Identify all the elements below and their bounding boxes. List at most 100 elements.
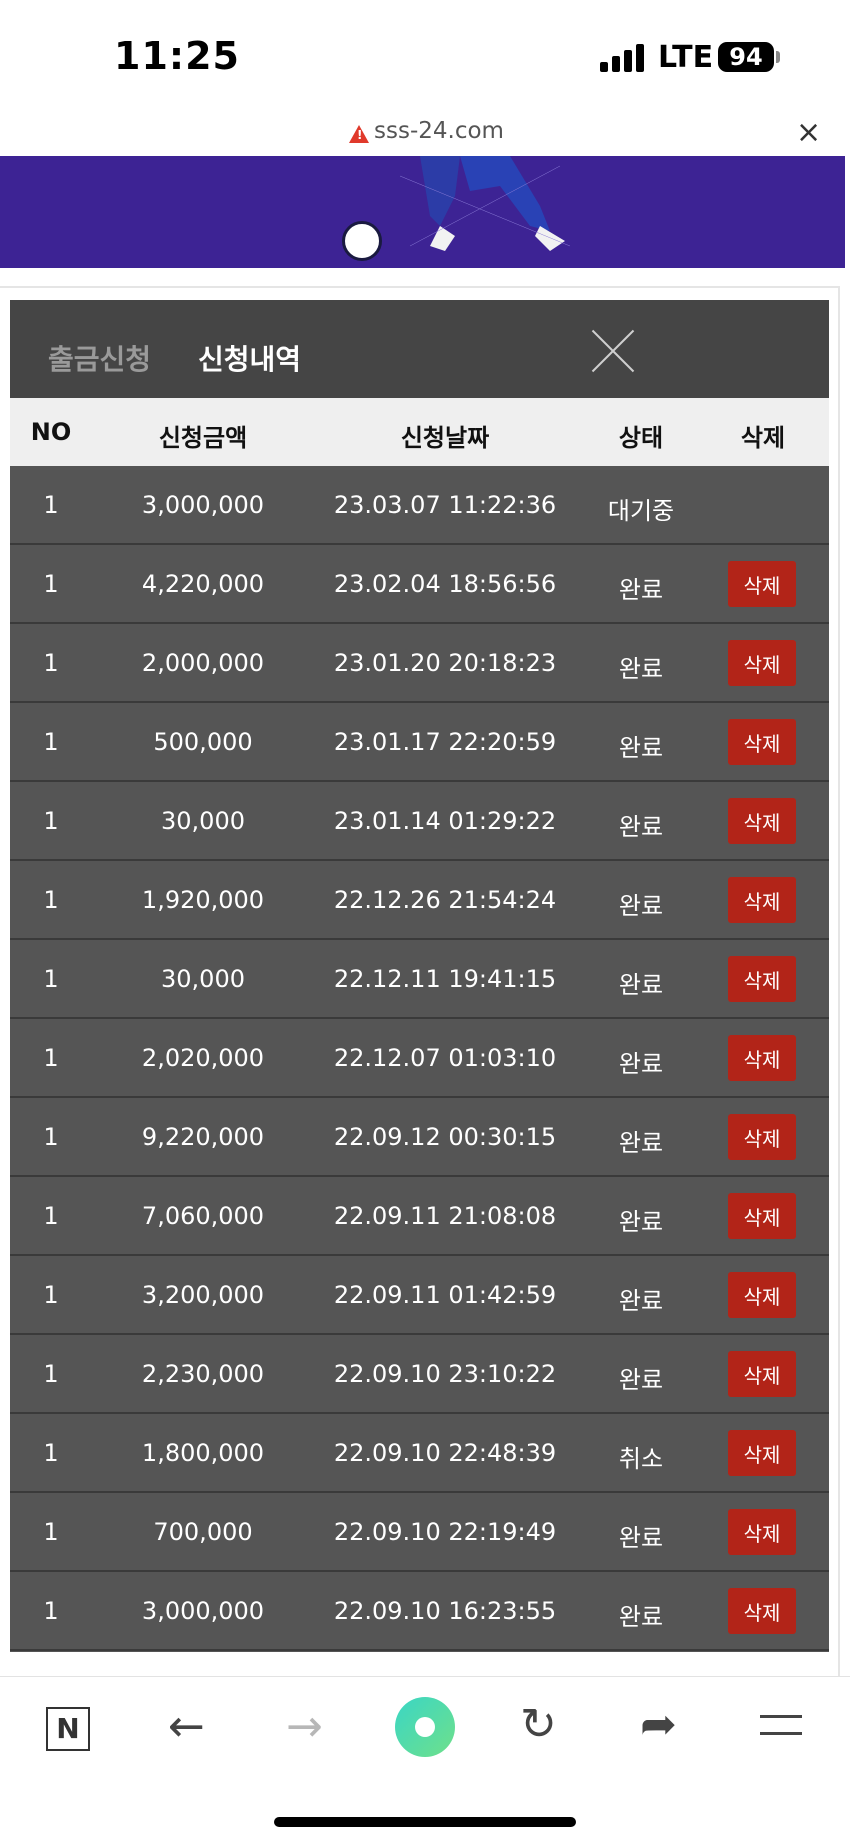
row-no: 1 bbox=[43, 649, 59, 677]
row-date: 22.09.11 21:08:08 bbox=[333, 1202, 557, 1230]
row-date: 23.01.14 01:29:22 bbox=[333, 807, 557, 835]
menu-icon[interactable] bbox=[760, 1715, 802, 1735]
row-state: 완료 bbox=[618, 1129, 664, 1157]
row-no: 1 bbox=[43, 807, 59, 835]
column-header-date: 신청날짜 bbox=[400, 424, 490, 452]
row-amount: 9,220,000 bbox=[141, 1123, 265, 1151]
tab-withdraw-request[interactable]: 출금신청 bbox=[48, 338, 151, 378]
row-state: 취소 bbox=[618, 1445, 664, 1473]
table-row: 1 30,000 22.12.11 19:41:15 완료 삭제 bbox=[10, 940, 829, 1019]
close-icon[interactable]: × bbox=[796, 115, 821, 150]
home-indicator bbox=[274, 1817, 576, 1827]
table-row: 1 7,060,000 22.09.11 21:08:08 완료 삭제 bbox=[10, 1177, 829, 1256]
table-row: 1 3,000,000 22.09.10 16:23:55 완료 삭제 bbox=[10, 1572, 829, 1651]
home-icon[interactable] bbox=[395, 1697, 455, 1757]
naver-icon[interactable]: N bbox=[46, 1707, 90, 1751]
delete-button[interactable]: 삭제 bbox=[728, 1035, 796, 1081]
row-no: 1 bbox=[43, 1518, 59, 1546]
column-header-delete: 삭제 bbox=[740, 424, 786, 452]
status-bar: 11:25 LTE 94 bbox=[0, 0, 850, 110]
row-amount: 3,000,000 bbox=[141, 1597, 265, 1625]
delete-button[interactable]: 삭제 bbox=[728, 1193, 796, 1239]
warning-icon bbox=[349, 125, 369, 143]
divider bbox=[838, 286, 840, 1676]
row-no: 1 bbox=[43, 1439, 59, 1467]
soccer-ball-icon bbox=[342, 221, 382, 261]
network-label: LTE bbox=[658, 40, 714, 75]
delete-button[interactable]: 삭제 bbox=[728, 719, 796, 765]
status-time: 11:25 bbox=[114, 34, 240, 78]
table-row: 1 2,000,000 23.01.20 20:18:23 완료 삭제 bbox=[10, 624, 829, 703]
row-no: 1 bbox=[43, 1044, 59, 1072]
row-no: 1 bbox=[43, 886, 59, 914]
row-amount: 700,000 bbox=[153, 1518, 253, 1546]
row-state: 완료 bbox=[618, 892, 664, 920]
column-header-amount: 신청금액 bbox=[158, 424, 248, 452]
row-amount: 7,060,000 bbox=[141, 1202, 265, 1230]
row-amount: 1,800,000 bbox=[141, 1439, 265, 1467]
table-row: 1 1,800,000 22.09.10 22:48:39 취소 삭제 bbox=[10, 1414, 829, 1493]
delete-button[interactable]: 삭제 bbox=[728, 1114, 796, 1160]
table-row: 1 700,000 22.09.10 22:19:49 완료 삭제 bbox=[10, 1493, 829, 1572]
row-date: 23.02.04 18:56:56 bbox=[333, 570, 557, 598]
delete-button[interactable]: 삭제 bbox=[728, 956, 796, 1002]
row-no: 1 bbox=[43, 1202, 59, 1230]
row-date: 23.01.20 20:18:23 bbox=[333, 649, 557, 677]
row-state: 완료 bbox=[618, 1050, 664, 1078]
delete-button[interactable]: 삭제 bbox=[728, 1430, 796, 1476]
row-no: 1 bbox=[43, 965, 59, 993]
row-no: 1 bbox=[43, 1360, 59, 1388]
delete-button[interactable]: 삭제 bbox=[728, 798, 796, 844]
row-state: 완료 bbox=[618, 1208, 664, 1236]
table-row: 1 4,220,000 23.02.04 18:56:56 완료 삭제 bbox=[10, 545, 829, 624]
row-no: 1 bbox=[43, 1597, 59, 1625]
tab-request-history[interactable]: 신청내역 bbox=[198, 338, 301, 378]
column-header-state: 상태 bbox=[618, 424, 664, 452]
delete-button[interactable]: 삭제 bbox=[728, 877, 796, 923]
row-state: 완료 bbox=[618, 576, 664, 604]
refresh-icon[interactable]: ↻ bbox=[520, 1699, 557, 1750]
divider bbox=[0, 286, 840, 288]
row-date: 22.12.07 01:03:10 bbox=[333, 1044, 557, 1072]
row-no: 1 bbox=[43, 1281, 59, 1309]
signal-icon bbox=[600, 44, 644, 72]
row-no: 1 bbox=[43, 1123, 59, 1151]
row-state: 완료 bbox=[618, 1287, 664, 1315]
url-bar[interactable]: sss-24.com × bbox=[0, 110, 850, 156]
row-date: 23.03.07 11:22:36 bbox=[333, 491, 557, 519]
table-row: 1 1,920,000 22.12.26 21:54:24 완료 삭제 bbox=[10, 861, 829, 940]
row-state: 대기중 bbox=[607, 497, 675, 525]
table-row: 1 9,220,000 22.09.12 00:30:15 완료 삭제 bbox=[10, 1098, 829, 1177]
delete-button[interactable]: 삭제 bbox=[728, 561, 796, 607]
close-icon[interactable] bbox=[592, 330, 634, 372]
row-date: 22.09.10 23:10:22 bbox=[333, 1360, 557, 1388]
row-date: 22.09.10 16:23:55 bbox=[333, 1597, 557, 1625]
row-date: 23.01.17 22:20:59 bbox=[333, 728, 557, 756]
table-header: NO 신청금액 신청날짜 상태 삭제 bbox=[10, 398, 829, 466]
url-text[interactable]: sss-24.com bbox=[374, 118, 504, 144]
row-amount: 30,000 bbox=[161, 807, 245, 835]
delete-button[interactable]: 삭제 bbox=[728, 1351, 796, 1397]
battery-icon: 94 bbox=[718, 42, 774, 72]
row-no: 1 bbox=[43, 728, 59, 756]
back-arrow-icon[interactable]: ← bbox=[168, 1701, 205, 1752]
row-amount: 3,000,000 bbox=[141, 491, 265, 519]
row-date: 22.12.26 21:54:24 bbox=[333, 886, 557, 914]
delete-button[interactable]: 삭제 bbox=[728, 1272, 796, 1318]
delete-button[interactable]: 삭제 bbox=[728, 1509, 796, 1555]
row-date: 22.09.12 00:30:15 bbox=[333, 1123, 557, 1151]
delete-button[interactable]: 삭제 bbox=[728, 640, 796, 686]
battery-tip bbox=[776, 51, 780, 63]
delete-button[interactable]: 삭제 bbox=[728, 1588, 796, 1634]
row-state: 완료 bbox=[618, 1603, 664, 1631]
row-state: 완료 bbox=[618, 971, 664, 999]
table-row: 1 500,000 23.01.17 22:20:59 완료 삭제 bbox=[10, 703, 829, 782]
share-icon[interactable]: ➦ bbox=[640, 1699, 677, 1750]
row-amount: 2,000,000 bbox=[141, 649, 265, 677]
row-state: 완료 bbox=[618, 1366, 664, 1394]
table-row: 1 2,230,000 22.09.10 23:10:22 완료 삭제 bbox=[10, 1335, 829, 1414]
forward-arrow-icon[interactable]: → bbox=[286, 1701, 323, 1752]
row-state: 완료 bbox=[618, 655, 664, 683]
row-state: 완료 bbox=[618, 734, 664, 762]
soccer-player-illustration bbox=[400, 156, 570, 251]
